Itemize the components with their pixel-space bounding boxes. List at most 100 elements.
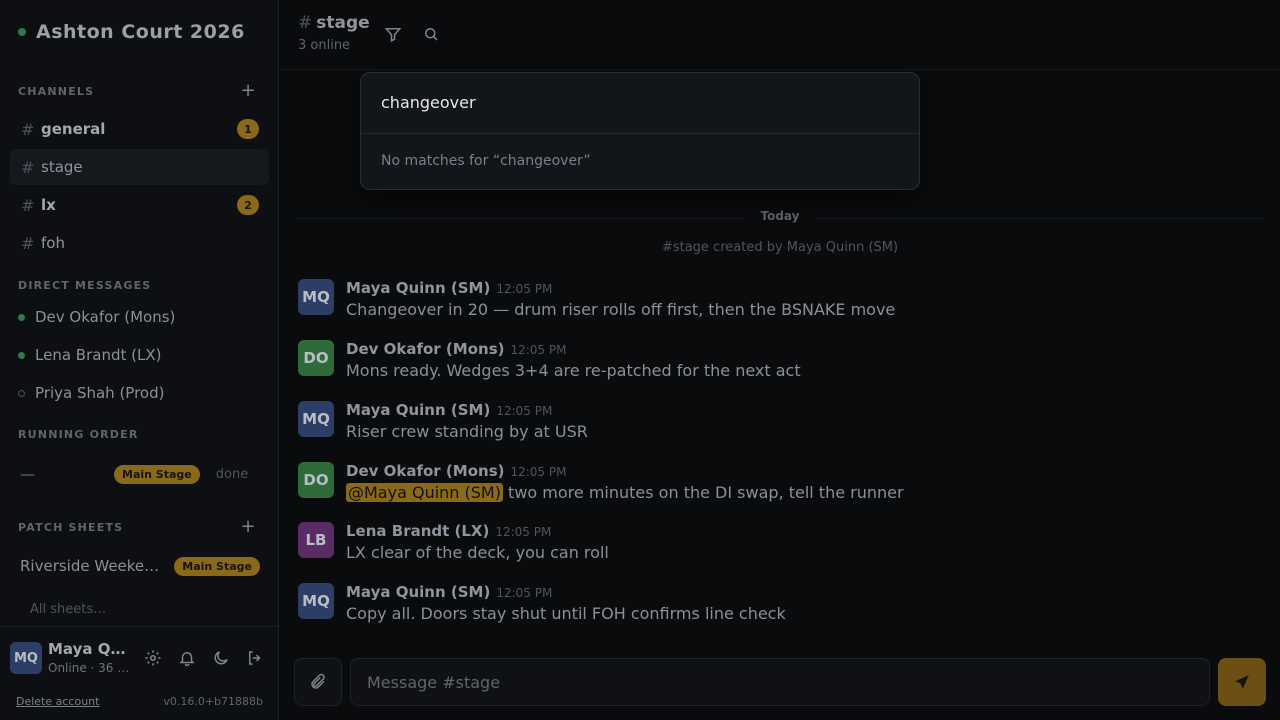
dm-item-priya-shah[interactable]: Priya Shah (Prod) [18,378,258,408]
patch-sheets-section-header: PATCH SHEETS + [18,517,258,537]
timestamp: 12:05 PM [495,525,552,539]
dm-item-lena-brandt[interactable]: Lena Brandt (LX) [18,340,258,370]
sidebar-item-general[interactable]: # general 1 [10,111,269,147]
message: LB Lena Brandt (LX) 12:05 PM LX clear of … [298,522,1258,572]
avatar[interactable]: LB [298,522,334,558]
avatar[interactable]: MQ [298,279,334,315]
attach-button[interactable] [294,658,342,706]
add-channel-button[interactable]: + [238,81,258,101]
message-text: Copy all. Doors stay shut until FOH conf… [346,604,786,623]
workspace-name: Ashton Court 2026 [36,21,245,43]
avatar[interactable]: MQ [10,642,42,674]
running-order-status: done [215,466,249,482]
version-label: v0.16.0+b71888b [163,695,263,708]
running-order-item[interactable]: — Main Stage done [20,462,260,486]
user-mention[interactable]: @Maya Quinn (SM) [346,483,503,502]
message-text: @Maya Quinn (SM) two more minutes on the… [346,483,904,502]
author-name[interactable]: Dev Okafor (Mons) [346,340,504,358]
moon-icon[interactable] [212,649,230,667]
message-text: Changeover in 20 — drum riser rolls off … [346,300,896,319]
online-count: 3 online [298,38,351,53]
hash-icon: # [21,157,35,177]
author-name[interactable]: Maya Quinn (SM) [346,583,490,601]
message-text: Mons ready. Wedges 3+4 are re-patched fo… [346,361,801,380]
workspace-header[interactable]: Ashton Court 2026 [18,18,245,46]
timestamp: 12:05 PM [496,282,553,296]
add-patch-sheet-button[interactable]: + [238,517,258,537]
channel-title-text: stage [316,13,370,33]
logout-icon[interactable] [246,649,264,667]
message: DO Dev Okafor (Mons) 12:05 PM Mons ready.… [298,340,1258,390]
status-dot [18,28,26,36]
running-order-section-header: RUNNING ORDER [18,424,258,444]
hash-icon: # [298,13,313,33]
timestamp: 12:05 PM [496,586,553,600]
author-name[interactable]: Lena Brandt (LX) [346,522,489,540]
paperclip-icon [311,673,325,689]
presence-dot [18,389,25,397]
message: MQ Maya Quinn (SM) 12:05 PM Riser crew st… [298,401,1258,451]
avatar[interactable]: DO [298,462,334,498]
message-author-line: Maya Quinn (SM) 12:05 PM [346,583,552,601]
author-name[interactable]: Maya Quinn (SM) [346,279,490,297]
day-label: Today [746,209,814,223]
dm-name: Dev Okafor (Mons) [35,308,176,326]
patch-sheets-title: PATCH SHEETS [18,520,124,534]
avatar[interactable]: MQ [298,583,334,619]
timestamp: 12:05 PM [496,404,553,418]
user-bar: MQ Maya Quinn (SM) Online · 36 members D… [0,626,279,720]
delete-account-link[interactable]: Delete account [16,695,99,708]
message-author-line: Maya Quinn (SM) 12:05 PM [346,401,552,419]
message-text: Riser crew standing by at USR [346,422,588,441]
stage-pill: Main Stage [174,556,260,576]
bell-icon[interactable] [178,649,196,667]
send-icon [1235,675,1249,689]
channel-header: # stage 3 online [280,0,1280,70]
hash-icon: # [21,195,35,215]
channel-name: foh [41,234,65,252]
search-icon[interactable] [422,25,440,43]
avatar[interactable]: DO [298,340,334,376]
send-button[interactable] [1218,658,1266,706]
user-status: Online · 36 members [48,661,134,675]
divider [361,133,919,134]
timestamp: 12:05 PM [510,465,567,479]
avatar[interactable]: MQ [298,401,334,437]
message-input[interactable]: Message #stage [350,658,1210,706]
channel-name: lx [41,196,56,214]
presence-dot [18,313,25,321]
channel-title: # stage [298,13,370,33]
search-input[interactable]: changeover [381,93,901,112]
sidebar-item-stage[interactable]: # stage [10,149,269,185]
timestamp: 12:05 PM [510,343,567,357]
unread-badge: 2 [237,195,259,215]
running-order-dash: — [20,465,35,483]
sidebar-item-foh[interactable]: # foh [10,225,269,261]
message: MQ Maya Quinn (SM) 12:05 PM Copy all. Doo… [298,583,1258,633]
sidebar-item-lx[interactable]: # lx 2 [10,187,269,223]
sidebar: Ashton Court 2026 CHANNELS + # general 1… [0,0,279,720]
message: MQ Maya Quinn (SM) 12:05 PM Changeover in… [298,279,1258,329]
channels-section-header: CHANNELS + [18,81,258,101]
gear-icon[interactable] [144,649,162,667]
message-composer: Message #stage [294,658,1266,706]
presence-dot [18,351,25,359]
search-empty-state: No matches for “changeover” [381,153,591,169]
channel-created-note: #stage created by Maya Quinn (SM) [661,240,899,255]
patch-sheet-name: Riverside Weekender [20,557,165,575]
hash-icon: # [21,119,35,139]
author-name[interactable]: Dev Okafor (Mons) [346,462,504,480]
channel-name: stage [41,158,83,176]
user-name: Maya Quinn (SM) [48,640,134,658]
patch-sheet-item[interactable]: Riverside Weekender Main Stage [20,554,260,578]
dm-item-dev-okafor[interactable]: Dev Okafor (Mons) [18,302,258,332]
running-order-title: RUNNING ORDER [18,427,139,441]
author-name[interactable]: Maya Quinn (SM) [346,401,490,419]
filter-icon[interactable] [384,25,402,43]
channel-name: general [41,120,106,138]
message-text: LX clear of the deck, you can roll [346,543,609,562]
all-sheets-link[interactable]: All sheets… [30,602,106,617]
message-author-line: Dev Okafor (Mons) 12:05 PM [346,340,566,358]
message-text-body: two more minutes on the DI swap, tell th… [502,483,904,502]
unread-badge: 1 [237,119,259,139]
